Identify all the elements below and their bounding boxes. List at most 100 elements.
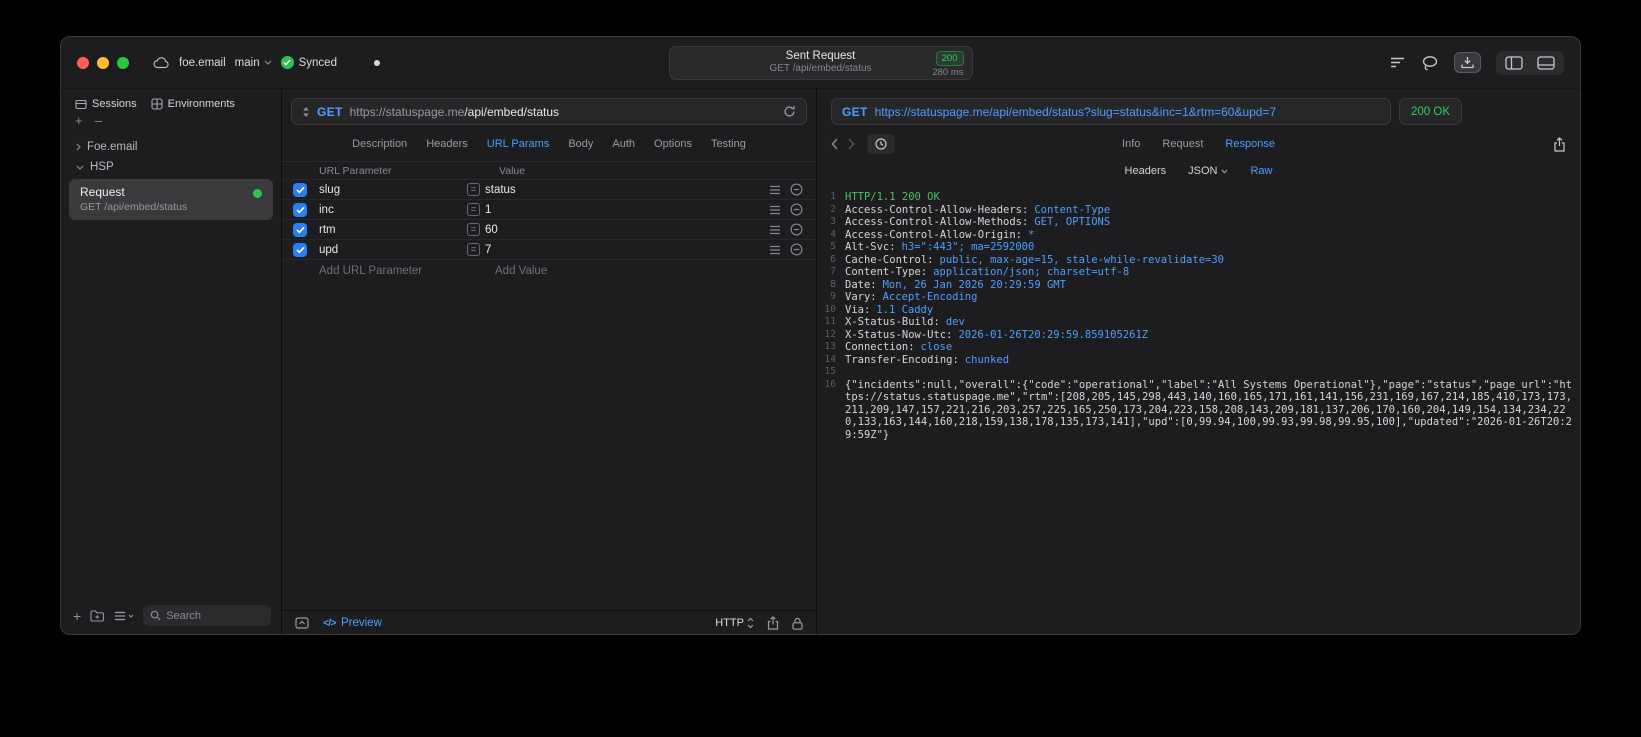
line-number: 16	[824, 378, 836, 390]
sync-status[interactable]: Synced	[280, 56, 337, 69]
view-tab-headers[interactable]: Headers	[1125, 165, 1167, 177]
close-window-button[interactable]	[77, 56, 89, 69]
param-value[interactable]: status	[485, 184, 516, 196]
value-type-icon[interactable]: =	[467, 223, 480, 236]
response-line: 10 Via: 1.1 Caddy	[823, 304, 1574, 317]
add-value-field[interactable]: Add Value	[479, 265, 547, 277]
forward-icon[interactable]	[848, 138, 855, 150]
remove-param-icon[interactable]	[790, 223, 803, 236]
param-checkbox[interactable]	[293, 222, 307, 237]
param-checkbox[interactable]	[293, 202, 307, 217]
value-type-icon[interactable]: =	[467, 203, 480, 216]
param-name[interactable]: rtm	[319, 224, 467, 236]
refresh-icon[interactable]	[783, 105, 796, 118]
param-checkbox[interactable]	[293, 242, 307, 257]
preview-button[interactable]: </> Preview	[323, 617, 382, 629]
request-method[interactable]: GET	[317, 105, 343, 119]
tab-info[interactable]: Info	[1122, 138, 1140, 150]
drag-handle-icon[interactable]	[769, 225, 781, 235]
minimize-window-button[interactable]	[97, 56, 109, 69]
remove-param-icon[interactable]	[790, 203, 803, 216]
protocol-selector[interactable]: HTTP	[715, 617, 754, 629]
main-content: Sessions Environments + – Foe.email HSP …	[61, 89, 1580, 634]
tab-auth[interactable]: Auth	[612, 138, 635, 150]
view-tab-json[interactable]: JSON	[1188, 165, 1228, 177]
request-tabs: Description Headers URL Params Body Auth…	[282, 125, 816, 161]
sort-lines-icon[interactable]	[1389, 55, 1406, 70]
lasso-icon[interactable]	[1421, 55, 1439, 71]
tab-response[interactable]: Response	[1225, 138, 1275, 150]
new-folder-button[interactable]	[90, 609, 105, 622]
add-request-button[interactable]: +	[73, 609, 81, 623]
response-raw-view[interactable]: 1 HTTP/1.1 200 OK 2 Access-Control-Allow-H…	[817, 186, 1580, 634]
toggle-left-panel-button[interactable]	[1505, 55, 1523, 70]
param-value[interactable]: 1	[485, 204, 491, 216]
param-checkbox[interactable]	[293, 182, 307, 197]
environments-label: Environments	[167, 98, 235, 110]
tab-url-params[interactable]: URL Params	[487, 138, 550, 150]
sync-label: Synced	[298, 56, 337, 69]
tree-item-hsp[interactable]: HSP	[66, 157, 276, 177]
param-name[interactable]: slug	[319, 184, 467, 196]
line-number: 8	[830, 278, 836, 290]
column-url-parameter: URL Parameter	[319, 164, 392, 177]
project-name[interactable]: foe.email	[179, 57, 226, 69]
request-list-item[interactable]: Request GET /api/embed/status	[69, 179, 273, 220]
param-value[interactable]: 60	[485, 224, 498, 236]
drag-handle-icon[interactable]	[769, 245, 781, 255]
panel-toggle-group	[1496, 50, 1564, 75]
request-url-bar[interactable]: GET https://statuspage.me/api/embed/stat…	[291, 98, 807, 125]
drag-handle-icon[interactable]	[769, 205, 781, 215]
request-status-pill[interactable]: Sent Request GET /api/embed/status 200 2…	[668, 46, 973, 80]
export-response-icon[interactable]	[1553, 136, 1566, 152]
param-name[interactable]: upd	[319, 244, 467, 256]
tab-environments[interactable]: Environments	[151, 98, 235, 110]
request-url-base[interactable]: https://statuspage.me	[350, 105, 465, 119]
tab-body[interactable]: Body	[568, 138, 593, 150]
line-number: 14	[824, 353, 836, 365]
share-icon[interactable]	[767, 616, 779, 630]
param-row: inc = 1	[282, 200, 816, 220]
tab-testing[interactable]: Testing	[711, 138, 746, 150]
list-view-button[interactable]	[114, 611, 134, 621]
response-url-bar: GET https://statuspage.me/api/embed/stat…	[831, 98, 1391, 125]
method-selector-icon[interactable]	[302, 106, 310, 118]
value-type-icon[interactable]: =	[467, 243, 480, 256]
lock-icon[interactable]	[792, 617, 803, 630]
request-url-path[interactable]: /api/embed/status	[464, 105, 559, 119]
remove-param-icon[interactable]	[790, 183, 803, 196]
import-drop-button[interactable]	[1454, 52, 1481, 73]
history-button[interactable]	[867, 134, 895, 154]
zoom-window-button[interactable]	[117, 56, 129, 69]
tab-sessions[interactable]: Sessions	[75, 98, 137, 110]
tab-headers[interactable]: Headers	[426, 138, 468, 150]
branch-selector[interactable]: main	[235, 57, 272, 69]
tab-description[interactable]: Description	[352, 138, 407, 150]
add-session-button[interactable]: +	[75, 114, 83, 127]
param-name[interactable]: inc	[319, 204, 467, 216]
remove-param-icon[interactable]	[790, 243, 803, 256]
chevron-down-icon	[76, 165, 84, 170]
param-value[interactable]: 7	[485, 244, 491, 256]
tab-options[interactable]: Options	[654, 138, 692, 150]
app-window: foe.email main Synced Sent Request GET /…	[60, 36, 1581, 635]
tab-request[interactable]: Request	[1162, 138, 1203, 150]
toggle-bottom-panel-button[interactable]	[1537, 55, 1555, 70]
add-url-parameter-field[interactable]: Add URL Parameter	[319, 265, 479, 277]
value-type-icon[interactable]: =	[467, 183, 480, 196]
remove-session-button[interactable]: –	[95, 114, 102, 127]
response-line: 14 Transfer-Encoding: chunked	[823, 354, 1574, 367]
back-icon[interactable]	[831, 138, 838, 150]
search-input[interactable]	[166, 609, 264, 622]
sent-request-subtitle: GET /api/embed/status	[769, 63, 872, 74]
expand-panel-icon[interactable]	[295, 617, 309, 629]
json-tab-label: JSON	[1188, 165, 1218, 177]
tree-item-foe-email[interactable]: Foe.email	[66, 137, 276, 157]
drag-handle-icon[interactable]	[769, 185, 781, 195]
header-value: dev	[945, 316, 965, 328]
sidebar-search[interactable]	[143, 605, 271, 626]
param-row: slug = status	[282, 180, 816, 200]
clock-icon	[875, 138, 887, 150]
header-name: Content-Type:	[845, 266, 928, 278]
view-tab-raw[interactable]: Raw	[1250, 165, 1272, 177]
